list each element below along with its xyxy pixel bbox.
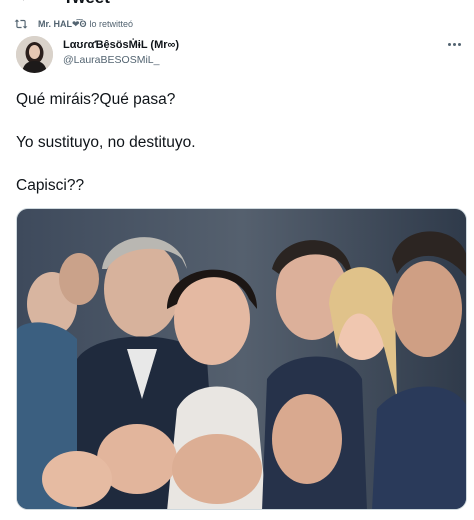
author-handle[interactable]: @LauraBESOSMiL_: [63, 53, 179, 67]
retweet-context[interactable]: Mr. HAL❤͠ʘ lo retwitteó: [14, 16, 133, 32]
tweet-photo[interactable]: [16, 208, 467, 510]
photo-image: [17, 209, 466, 509]
author-display-name[interactable]: LαʊɾαƁệsösṀɨL (Mr∞): [63, 38, 179, 52]
retweet-label: lo retwitteó: [89, 19, 134, 29]
retweeter-name[interactable]: Mr. HAL❤͠ʘ: [38, 19, 87, 30]
tweet-line: Qué miráis?Qué pasa?: [16, 91, 176, 108]
page-title: Tweet: [63, 0, 110, 8]
arrow-left-icon[interactable]: ←: [18, 0, 34, 6]
author-block[interactable]: LαʊɾαƁệsösṀɨL (Mr∞) @LauraBESOSMiL_: [63, 38, 179, 67]
tweet-line: Capisci??: [16, 177, 85, 194]
top-header: ← Tweet: [0, 0, 474, 8]
avatar-image: [16, 36, 53, 73]
avatar[interactable]: [16, 36, 53, 73]
more-horizontal-icon[interactable]: [444, 36, 464, 52]
tweet-line: Yo sustituyo, no destituyo.: [16, 134, 196, 151]
tweet-text: Qué miráis?Qué pasa? Yo sustituyo, no de…: [16, 90, 456, 219]
retweet-icon: [14, 19, 28, 29]
